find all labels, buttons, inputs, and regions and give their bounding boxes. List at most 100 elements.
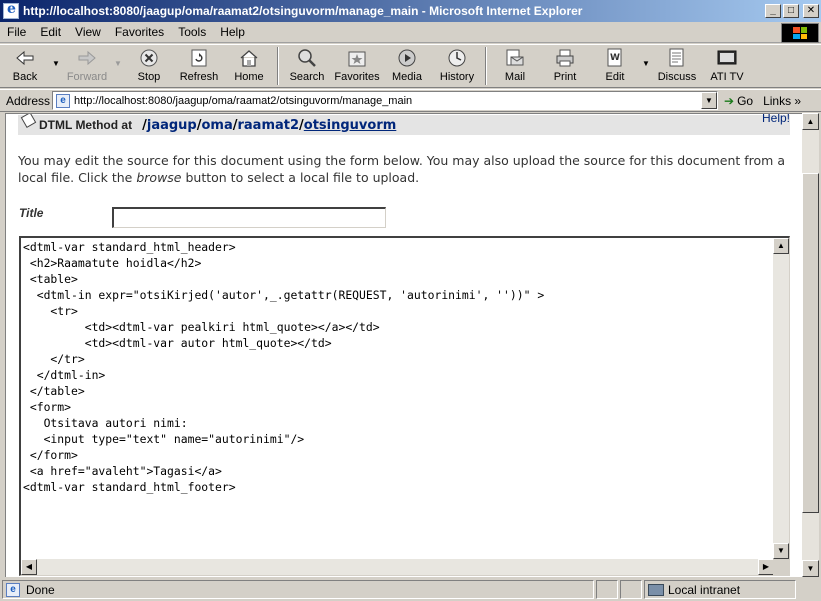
history-icon [446, 48, 468, 68]
menu-file[interactable]: File [0, 25, 33, 39]
standard-toolbar: Back ▼ Forward ▼ Stop Refresh Home Searc… [0, 44, 821, 88]
discuss-button[interactable]: Discuss [652, 45, 702, 87]
close-button[interactable]: ✕ [803, 4, 819, 18]
help-link[interactable]: Help! [762, 114, 790, 125]
favorites-label: Favorites [334, 71, 380, 83]
back-dropdown-icon[interactable]: ▼ [50, 45, 62, 68]
scroll-down-icon[interactable]: ▼ [773, 543, 789, 559]
manage-header: DTML Method at /jaagup/oma/raamat2/otsin… [18, 114, 790, 135]
status-page-icon: e [6, 582, 20, 597]
status-panel [620, 580, 642, 599]
page-viewport: DTML Method at /jaagup/oma/raamat2/otsin… [5, 113, 802, 577]
edit-document-icon: W [604, 48, 626, 68]
media-icon [396, 48, 418, 68]
status-text: Done [26, 582, 55, 597]
back-button[interactable]: Back [0, 45, 50, 87]
status-main: e Done [2, 580, 594, 599]
back-label: Back [12, 71, 38, 83]
menu-edit[interactable]: Edit [33, 25, 68, 39]
breadcrumb-oma[interactable]: oma [201, 118, 232, 133]
ie-logo-icon [3, 1, 19, 19]
mail-button[interactable]: Mail [490, 45, 540, 87]
breadcrumb-jaagup[interactable]: jaagup [147, 118, 197, 133]
discuss-label: Discuss [657, 71, 697, 83]
title-bar: http://localhost:8080/jaagup/oma/raamat2… [0, 0, 821, 22]
address-url: http://localhost:8080/jaagup/oma/raamat2… [74, 94, 413, 107]
back-arrow-icon [14, 48, 36, 68]
refresh-button[interactable]: Refresh [174, 45, 224, 87]
edit-label: Edit [605, 71, 625, 83]
svg-text:W: W [610, 53, 620, 63]
status-panel [596, 580, 618, 599]
intro-part-2: button to select a local file to upload. [181, 170, 420, 185]
title-input[interactable] [112, 207, 386, 228]
page-vertical-scrollbar[interactable]: ▲ ▼ [802, 113, 819, 577]
media-button[interactable]: Media [382, 45, 432, 87]
search-button[interactable]: Search [282, 45, 332, 87]
go-arrow-icon: ➔ [724, 93, 735, 108]
window-title: http://localhost:8080/jaagup/oma/raamat2… [23, 4, 583, 18]
ati-tv-button[interactable]: ATI TV [702, 45, 752, 87]
go-button[interactable]: ➔ Go [724, 94, 753, 108]
source-code[interactable]: <dtml-var standard_html_header> <h2>Raam… [23, 239, 773, 557]
address-bar: Address e http://localhost:8080/jaagup/o… [0, 89, 821, 112]
textarea-horizontal-scrollbar[interactable]: ◀ ▶ [21, 559, 774, 575]
home-icon [238, 48, 260, 68]
links-button[interactable]: Links » [763, 94, 801, 108]
menu-bar: File Edit View Favorites Tools Help [0, 22, 821, 43]
toolbar-separator [485, 47, 487, 85]
breadcrumb: /jaagup/oma/raamat2/otsinguvorm [142, 118, 396, 133]
refresh-label: Refresh [179, 71, 219, 83]
scroll-left-icon[interactable]: ◀ [21, 559, 37, 575]
page-icon: e [56, 93, 70, 108]
edit-dropdown-icon[interactable]: ▼ [640, 45, 652, 68]
intro-browse: browse [136, 170, 182, 185]
status-bar: e Done Local intranet [0, 578, 821, 601]
scroll-right-icon[interactable]: ▶ [758, 559, 774, 575]
forward-button[interactable]: Forward [62, 45, 112, 87]
menu-help[interactable]: Help [213, 25, 252, 39]
go-label: Go [737, 93, 754, 108]
breadcrumb-otsinguvorm[interactable]: otsinguvorm [304, 118, 397, 133]
forward-dropdown-icon[interactable]: ▼ [112, 45, 124, 68]
menu-tools[interactable]: Tools [171, 25, 213, 39]
title-label: Title [19, 206, 44, 220]
forward-arrow-icon [76, 48, 98, 68]
address-input[interactable]: e http://localhost:8080/jaagup/oma/raama… [52, 91, 718, 110]
ati-tv-label: ATI TV [710, 71, 744, 83]
address-dropdown-icon[interactable]: ▼ [701, 92, 717, 109]
page-scroll-up-icon[interactable]: ▲ [802, 113, 819, 130]
stop-button[interactable]: Stop [124, 45, 174, 87]
maximize-button[interactable]: □ [783, 4, 799, 18]
tv-icon [716, 48, 738, 68]
home-label: Home [234, 71, 264, 83]
media-label: Media [392, 71, 422, 83]
menu-favorites[interactable]: Favorites [108, 25, 171, 39]
menu-view[interactable]: View [68, 25, 108, 39]
address-label: Address [6, 93, 51, 108]
status-zone: Local intranet [644, 580, 796, 599]
mail-icon [504, 48, 526, 68]
scroll-up-icon[interactable]: ▲ [773, 238, 789, 254]
intro-text: You may edit the source for this documen… [18, 152, 793, 186]
scrollbar-corner [773, 559, 789, 575]
breadcrumb-raamat2[interactable]: raamat2 [237, 118, 299, 133]
textarea-vertical-scrollbar[interactable]: ▲ ▼ [773, 238, 789, 559]
dtml-method-icon [22, 118, 36, 132]
edit-button[interactable]: W Edit [590, 45, 640, 87]
favorites-button[interactable]: Favorites [332, 45, 382, 87]
source-textarea[interactable]: <dtml-var standard_html_header> <h2>Raam… [19, 236, 790, 576]
forward-label: Forward [66, 71, 108, 83]
windows-logo-icon [781, 23, 819, 43]
history-button[interactable]: History [432, 45, 482, 87]
intranet-icon [648, 583, 664, 596]
minimize-button[interactable]: _ [765, 4, 781, 18]
page-scroll-down-icon[interactable]: ▼ [802, 560, 819, 577]
stop-icon [138, 48, 160, 68]
toolbar-separator [277, 47, 279, 85]
links-label: Links [763, 93, 792, 108]
meta-type-label: DTML Method at [39, 118, 133, 132]
home-button[interactable]: Home [224, 45, 274, 87]
print-button[interactable]: Print [540, 45, 590, 87]
page-scroll-thumb[interactable] [802, 173, 819, 513]
